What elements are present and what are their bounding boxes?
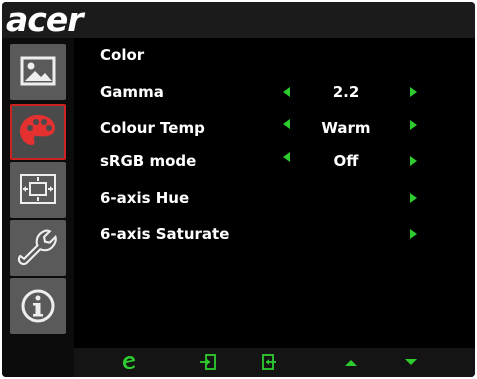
osd-window: acer Color Gamma 2.2 Colour Temp Warm sR… xyxy=(2,2,475,377)
wrench-icon xyxy=(17,229,57,266)
colour-temp-label: Colour Temp xyxy=(100,119,205,137)
menu-row-gamma[interactable]: Gamma 2.2 xyxy=(100,82,460,102)
gamma-label: Gamma xyxy=(100,83,164,101)
info-icon xyxy=(21,289,55,323)
osd-position-icon xyxy=(20,174,56,204)
up-button[interactable] xyxy=(340,352,362,372)
menu-row-6-axis-saturate[interactable]: 6-axis Saturate xyxy=(100,224,460,244)
triangle-down-icon xyxy=(405,359,417,365)
acer-logo: acer xyxy=(6,4,116,36)
sidebar-item-information[interactable] xyxy=(10,278,66,334)
sidebar xyxy=(2,38,74,377)
picture-icon xyxy=(20,56,56,86)
gamma-left-arrow-icon[interactable] xyxy=(283,87,290,97)
enter-button[interactable] xyxy=(259,352,281,372)
menu-row-colour-temp[interactable]: Colour Temp Warm xyxy=(100,118,460,138)
triangle-up-icon xyxy=(345,360,357,366)
colour-temp-left-arrow-icon[interactable] xyxy=(283,119,290,129)
6-axis-saturate-right-arrow-icon[interactable] xyxy=(410,229,417,239)
sidebar-item-osd[interactable] xyxy=(10,162,66,218)
sidebar-item-picture[interactable] xyxy=(10,44,66,100)
srgb-mode-label: sRGB mode xyxy=(100,152,197,170)
6-axis-hue-label: 6-axis Hue xyxy=(100,189,190,207)
sidebar-item-color[interactable] xyxy=(10,104,66,160)
colour-temp-value: Warm xyxy=(321,119,371,137)
srgb-right-arrow-icon[interactable] xyxy=(410,156,417,166)
e-icon xyxy=(123,356,135,369)
6-axis-hue-right-arrow-icon[interactable] xyxy=(410,193,417,203)
6-axis-saturate-label: 6-axis Saturate xyxy=(100,225,230,243)
menu-title-text: Color xyxy=(100,46,145,64)
menu-row-srgb-mode[interactable]: sRGB mode Off xyxy=(100,151,460,171)
sidebar-item-setup[interactable] xyxy=(10,220,66,276)
bottom-control-bar xyxy=(74,348,475,377)
down-button[interactable] xyxy=(400,352,422,372)
empowering-button[interactable] xyxy=(118,352,140,372)
srgb-mode-value: Off xyxy=(333,152,359,170)
enter-icon xyxy=(262,354,276,370)
palette-icon xyxy=(20,115,55,145)
exit-icon xyxy=(200,354,216,370)
exit-button[interactable] xyxy=(197,352,219,372)
menu-row-6-axis-hue[interactable]: 6-axis Hue xyxy=(100,188,460,208)
color-menu: Color Gamma 2.2 Colour Temp Warm sRGB mo… xyxy=(74,38,475,348)
gamma-right-arrow-icon[interactable] xyxy=(410,87,417,97)
svg-text:acer: acer xyxy=(6,4,85,36)
srgb-left-arrow-icon[interactable] xyxy=(283,152,290,162)
header-bar: acer xyxy=(2,2,475,38)
colour-temp-right-arrow-icon[interactable] xyxy=(410,120,417,130)
gamma-value: 2.2 xyxy=(332,83,360,101)
